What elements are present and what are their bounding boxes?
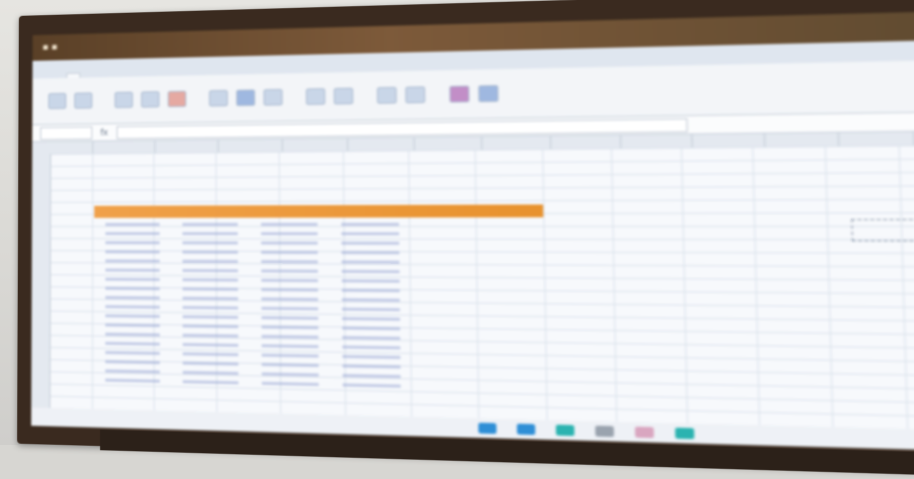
teal-app-icon[interactable] — [556, 425, 575, 436]
table-cell[interactable] — [249, 248, 329, 258]
number-format-button[interactable] — [306, 88, 325, 105]
tab-formulas[interactable] — [141, 72, 153, 76]
table-cell[interactable] — [250, 378, 331, 389]
table-cell[interactable] — [330, 248, 412, 258]
cut-button[interactable] — [74, 92, 92, 108]
table-cell[interactable] — [94, 375, 171, 386]
table-header-row[interactable] — [94, 204, 543, 217]
cells-group — [377, 86, 425, 103]
table-row[interactable] — [94, 220, 411, 229]
table-row[interactable] — [94, 229, 411, 239]
tab-review[interactable] — [190, 71, 202, 75]
table-cell[interactable] — [331, 380, 413, 391]
quick-access-toolbar[interactable]: ▪ ▪ — [42, 42, 57, 52]
table-cell[interactable] — [249, 229, 329, 238]
teal-app-icon[interactable] — [675, 428, 694, 440]
table-cell[interactable] — [329, 220, 411, 229]
text-box[interactable] — [851, 219, 914, 241]
table-cell[interactable] — [329, 229, 411, 238]
monitor: ▪ ▪ — ☐ ✕ — [17, 0, 914, 473]
tab-insert[interactable] — [92, 73, 104, 77]
table-cell[interactable] — [171, 247, 249, 256]
table-cell[interactable] — [330, 238, 412, 248]
paste-button[interactable] — [48, 93, 66, 109]
blue-app-icon[interactable] — [517, 424, 535, 435]
number-group — [306, 88, 353, 105]
merge-button[interactable] — [263, 89, 282, 106]
delete-cells-button[interactable] — [405, 86, 425, 103]
editing-group — [449, 85, 498, 103]
font-italic-button[interactable] — [141, 91, 159, 107]
font-group — [115, 91, 187, 108]
percent-button[interactable] — [334, 88, 354, 105]
table-cell[interactable] — [171, 229, 249, 238]
wrap-text-button[interactable] — [236, 89, 255, 106]
table-cell[interactable] — [171, 220, 249, 229]
table-cell[interactable] — [330, 267, 412, 277]
tab-page-layout[interactable] — [117, 73, 129, 77]
table-cell[interactable] — [249, 238, 329, 247]
clipboard-group — [48, 92, 92, 109]
table-cell[interactable] — [94, 265, 171, 275]
pink-app-icon[interactable] — [635, 427, 654, 438]
align-left-button[interactable] — [209, 90, 228, 107]
name-box[interactable] — [40, 126, 92, 140]
spreadsheet-window: ▪ ▪ — ☐ ✕ — [31, 10, 914, 452]
tab-view[interactable] — [215, 71, 228, 75]
data-table — [94, 220, 413, 432]
table-cell[interactable] — [94, 229, 171, 238]
table-cell[interactable] — [94, 238, 171, 247]
table-cell[interactable] — [171, 266, 250, 276]
table-cell[interactable] — [94, 256, 171, 265]
row-headers[interactable] — [31, 154, 51, 426]
alignment-group — [209, 89, 283, 107]
table-cell[interactable] — [94, 220, 171, 229]
table-cell[interactable] — [171, 377, 250, 388]
font-color-button[interactable] — [168, 91, 187, 107]
blue-app-icon[interactable] — [478, 423, 496, 434]
tab-file[interactable] — [42, 74, 54, 78]
tab-data[interactable] — [166, 72, 178, 76]
table-cell[interactable] — [330, 257, 412, 267]
tab-home[interactable] — [66, 73, 80, 78]
table-cell[interactable] — [171, 238, 249, 247]
table-cell[interactable] — [94, 247, 171, 256]
font-bold-button[interactable] — [115, 92, 133, 108]
table-cell[interactable] — [249, 220, 329, 229]
sort-filter-button[interactable] — [449, 86, 469, 103]
fx-icon: fx — [100, 128, 108, 137]
insert-cells-button[interactable] — [377, 87, 397, 104]
gray-app-icon[interactable] — [595, 426, 614, 437]
table-cell[interactable] — [250, 266, 330, 276]
table-cell[interactable] — [250, 257, 330, 267]
table-cell[interactable] — [171, 257, 250, 267]
find-select-button[interactable] — [478, 85, 498, 102]
